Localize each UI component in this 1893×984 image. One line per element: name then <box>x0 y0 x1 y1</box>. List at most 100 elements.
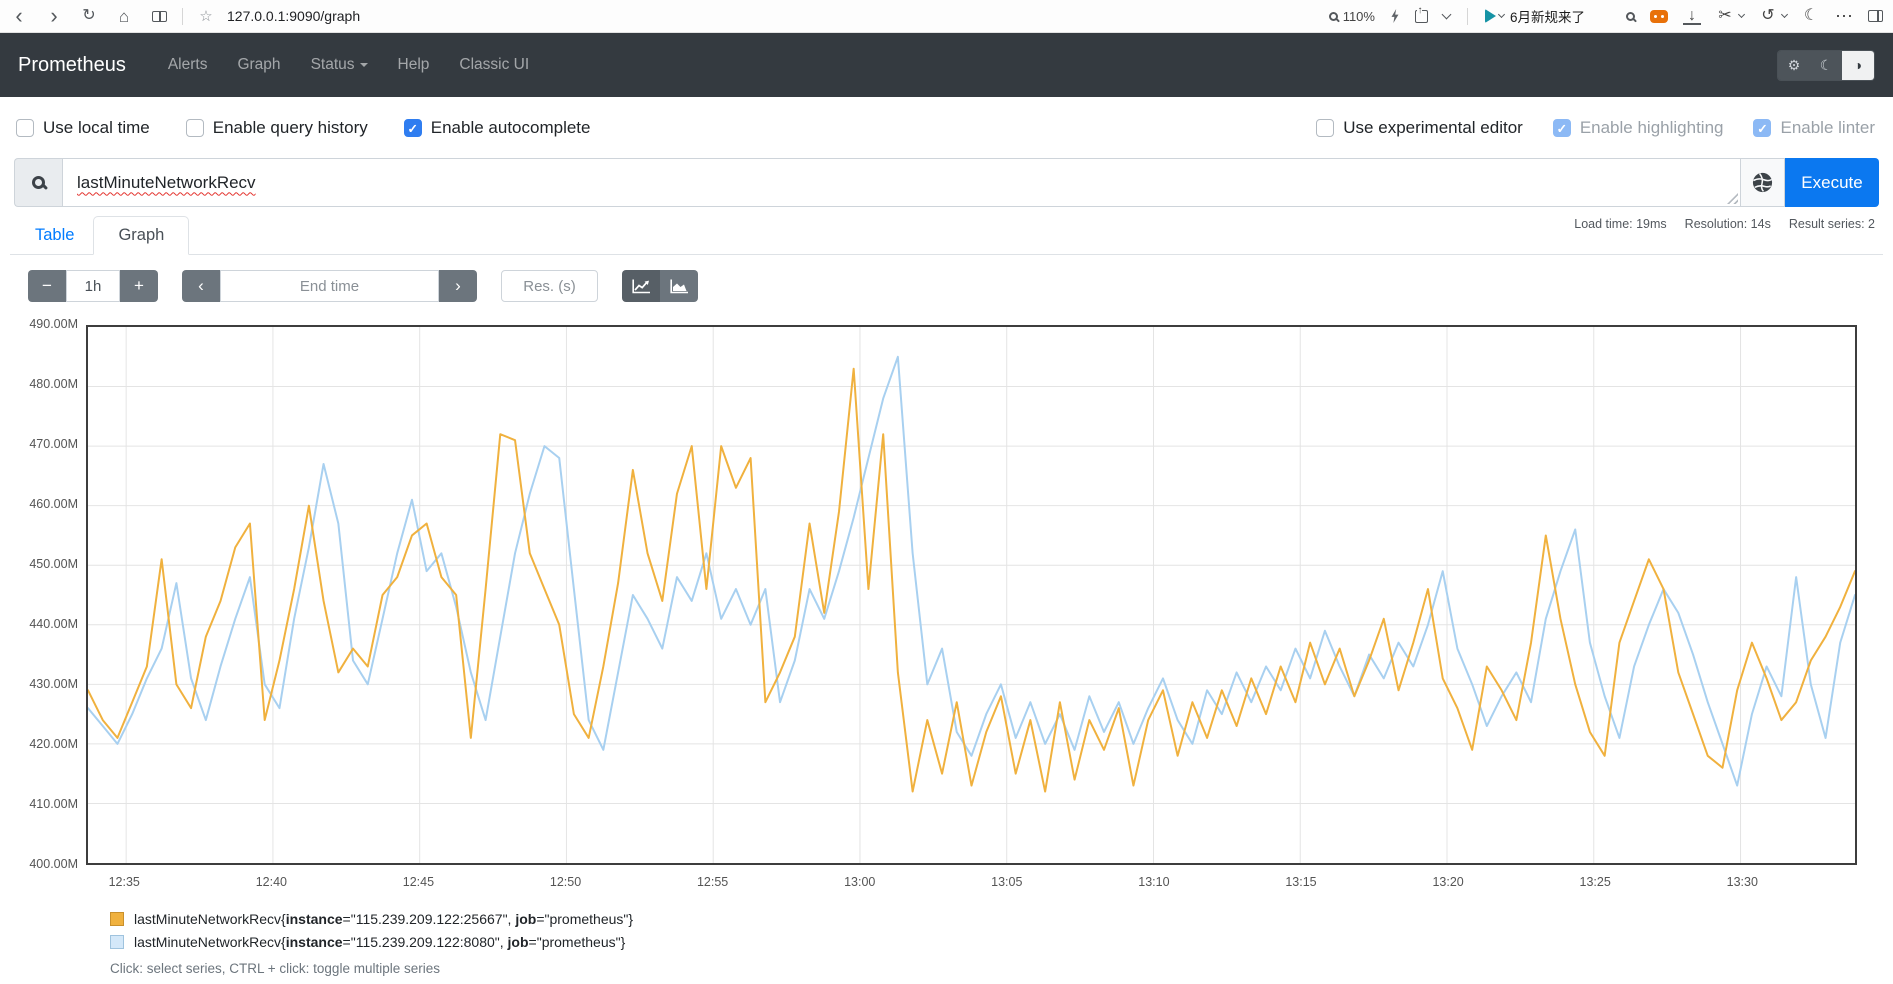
checkbox-enable-highlighting[interactable]: Enable highlighting <box>1553 118 1724 138</box>
nav-item-alerts[interactable]: Alerts <box>168 56 208 74</box>
chevron-down-icon <box>1498 11 1505 18</box>
checkbox-box <box>16 119 34 137</box>
checkbox-enable-linter[interactable]: Enable linter <box>1753 118 1875 138</box>
stacked-chart-toggle-button[interactable] <box>660 270 698 302</box>
options-row: Use local time Enable query history Enab… <box>0 110 1893 146</box>
stat-resolution: Resolution: 14s <box>1685 217 1771 231</box>
downloads-icon[interactable]: ↓ <box>1683 8 1701 24</box>
home-icon[interactable]: ⌂ <box>115 8 133 25</box>
url-host: 127.0.0.1:9090 <box>227 8 320 24</box>
y-tick-label: 400.00M <box>29 857 78 871</box>
performance-bolt-icon[interactable] <box>1390 9 1400 23</box>
line-chart-icon <box>632 279 651 294</box>
y-axis-labels: 400.00M410.00M420.00M430.00M440.00M450.0… <box>0 317 78 873</box>
y-tick-label: 450.00M <box>29 557 78 571</box>
tab-table[interactable]: Table <box>16 217 93 254</box>
checkbox-box <box>1316 119 1334 137</box>
url-path: /graph <box>320 8 360 24</box>
share-icon[interactable] <box>1415 10 1428 23</box>
legend-item[interactable]: lastMinuteNetworkRecv{instance="115.239.… <box>110 911 1893 927</box>
theme-toggle-group: ⚙ ☾ ◑ <box>1777 50 1875 81</box>
bing-suggestion-text: 6月新规来了 <box>1510 6 1585 26</box>
favorite-star-icon[interactable]: ☆ <box>197 9 215 24</box>
dark-mode-moon-icon[interactable]: ☾ <box>1802 8 1820 24</box>
checkbox-box <box>186 119 204 137</box>
execute-button[interactable]: Execute <box>1785 158 1879 207</box>
x-tick-label: 13:25 <box>1580 875 1611 889</box>
time-back-button[interactable]: ‹ <box>182 270 220 302</box>
dropdown-caret-icon <box>360 63 368 67</box>
line-chart-toggle-button[interactable] <box>622 270 660 302</box>
resolution-input[interactable]: Res. (s) <box>501 270 598 302</box>
globe-icon <box>1751 171 1774 194</box>
x-tick-label: 13:05 <box>991 875 1022 889</box>
refresh-icon[interactable]: ↻ <box>80 8 98 24</box>
query-search-addon <box>14 158 62 207</box>
legend-label: lastMinuteNetworkRecv{instance="115.239.… <box>134 911 633 927</box>
checkbox-enable-query-history[interactable]: Enable query history <box>186 118 368 138</box>
checkbox-label: Enable autocomplete <box>431 118 591 138</box>
theme-dark-moon-icon[interactable]: ☾ <box>1810 51 1842 80</box>
x-tick-label: 13:00 <box>844 875 875 889</box>
chart-area: 400.00M410.00M420.00M430.00M440.00M450.0… <box>0 317 1893 905</box>
toolbar-divider <box>182 8 183 25</box>
x-tick-label: 12:45 <box>403 875 434 889</box>
query-stats: Load time: 19ms Resolution: 14s Result s… <box>1574 217 1875 231</box>
chart-plot[interactable] <box>86 325 1857 865</box>
more-options-icon[interactable]: ⋯ <box>1835 7 1853 25</box>
nav-item-classic-ui[interactable]: Classic UI <box>459 56 529 74</box>
zoom-indicator[interactable]: 110% <box>1329 9 1375 24</box>
game-controller-extension-icon[interactable] <box>1650 10 1668 23</box>
time-forward-button[interactable]: › <box>439 270 477 302</box>
x-tick-label: 13:15 <box>1285 875 1316 889</box>
chart-type-toggle <box>622 270 698 302</box>
range-duration-input[interactable]: 1h <box>66 270 120 302</box>
address-bar[interactable]: ☆ 127.0.0.1:9090/graph <box>197 8 360 24</box>
prometheus-navbar: Prometheus Alerts Graph Status Help Clas… <box>0 33 1893 97</box>
legend-item[interactable]: lastMinuteNetworkRecv{instance="115.239.… <box>110 934 1893 950</box>
chart-svg <box>88 327 1855 863</box>
graph-controls: − 1h + ‹ End time › Res. (s) <box>28 270 1893 302</box>
y-tick-label: 440.00M <box>29 617 78 631</box>
y-tick-label: 480.00M <box>29 377 78 391</box>
metrics-explorer-button[interactable] <box>1741 158 1785 207</box>
query-expression-input[interactable]: lastMinuteNetworkRecv <box>62 158 1741 207</box>
search-icon <box>32 176 45 189</box>
nav-item-status[interactable]: Status <box>311 56 368 74</box>
search-icon[interactable] <box>1626 12 1635 21</box>
checkbox-label: Enable query history <box>213 118 368 138</box>
legend-swatch-blue <box>110 935 124 949</box>
checkbox-use-local-time[interactable]: Use local time <box>16 118 150 138</box>
x-tick-label: 12:40 <box>256 875 287 889</box>
tab-graph[interactable]: Graph <box>93 216 189 255</box>
bing-icon <box>1485 9 1496 23</box>
nav-item-graph[interactable]: Graph <box>237 56 280 74</box>
theme-auto-contrast-icon[interactable]: ◑ <box>1842 51 1874 80</box>
range-increase-button[interactable]: + <box>120 270 158 302</box>
zoom-magnifier-icon <box>1329 12 1338 21</box>
sidebar-panel-icon[interactable] <box>1868 10 1883 22</box>
bing-suggestion[interactable]: 6月新规来了 <box>1485 6 1585 26</box>
y-tick-label: 470.00M <box>29 437 78 451</box>
end-time-input[interactable]: End time <box>220 270 439 302</box>
browser-toolbar: ‹ › ↻ ⌂ ☆ 127.0.0.1:9090/graph 110% 6月新规… <box>0 0 1893 33</box>
browser-toolbar-right: 110% 6月新规来了 ↓ ✂ ↺ ☾ ⋯ <box>1329 6 1883 26</box>
book-icon <box>152 11 167 22</box>
nav-item-status-label: Status <box>311 56 355 73</box>
checkbox-enable-autocomplete[interactable]: Enable autocomplete <box>404 118 591 138</box>
reading-list-icon[interactable] <box>150 11 168 22</box>
y-tick-label: 490.00M <box>29 317 78 331</box>
checkbox-box <box>404 119 422 137</box>
web-capture[interactable]: ✂ <box>1716 8 1744 24</box>
checkbox-use-experimental-editor[interactable]: Use experimental editor <box>1316 118 1523 138</box>
chevron-down-icon[interactable] <box>1442 10 1452 20</box>
range-decrease-button[interactable]: − <box>28 270 66 302</box>
theme-light-gear-icon[interactable]: ⚙ <box>1778 51 1810 80</box>
back-icon[interactable]: ‹ <box>10 5 28 27</box>
history-undo[interactable]: ↺ <box>1759 8 1787 24</box>
series-line <box>88 369 1855 792</box>
options-left-group: Use local time Enable query history Enab… <box>16 118 590 138</box>
nav-item-help[interactable]: Help <box>398 56 430 74</box>
brand-prometheus[interactable]: Prometheus <box>18 54 126 77</box>
forward-icon[interactable]: › <box>45 5 63 27</box>
